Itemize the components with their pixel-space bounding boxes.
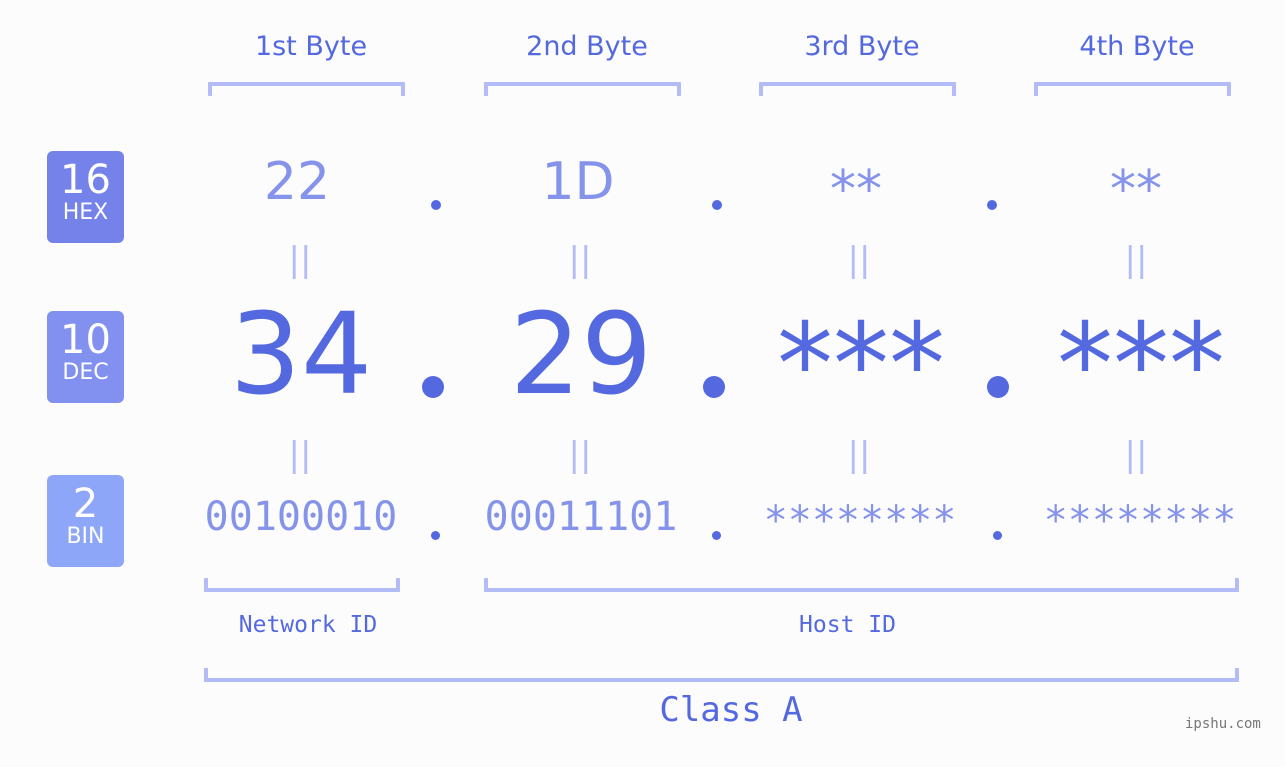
- dec-separator-dot: [987, 376, 1009, 398]
- byte-bracket-2: [484, 82, 681, 96]
- dec-separator-dot: [422, 376, 444, 398]
- hex-separator-dot: [712, 200, 722, 210]
- hex-value-3: **: [830, 160, 882, 220]
- byte-bracket-3: [759, 82, 956, 96]
- byte-label-1: 1st Byte: [254, 31, 368, 62]
- bin-value-4: ********: [1043, 498, 1237, 544]
- dec-badge: 10 DEC: [47, 311, 124, 403]
- bin-value-2: 00011101: [484, 494, 678, 540]
- hex-badge: 16 HEX: [47, 151, 124, 243]
- bin-separator-dot: [431, 531, 440, 540]
- equals-sign: ||: [1124, 435, 1148, 475]
- host-id-label: Host ID: [799, 612, 896, 638]
- bin-badge-base: 2: [72, 481, 99, 527]
- bin-separator-dot: [993, 531, 1002, 540]
- hex-separator-dot: [987, 200, 997, 210]
- bin-value-1: 00100010: [204, 494, 398, 540]
- bin-badge-label: BIN: [66, 524, 105, 549]
- watermark: ipshu.com: [1185, 716, 1261, 732]
- byte-label-4: 4th Byte: [1079, 31, 1195, 62]
- dec-value-3: ***: [777, 300, 945, 430]
- equals-sign: ||: [288, 435, 312, 475]
- network-id-bracket: [204, 578, 400, 592]
- equals-sign: ||: [847, 435, 871, 475]
- bin-value-3: ********: [763, 498, 957, 544]
- dec-value-2: 29: [509, 290, 653, 420]
- network-id-label: Network ID: [238, 612, 378, 638]
- byte-label-3: 3rd Byte: [804, 31, 920, 62]
- hex-badge-base: 16: [60, 157, 111, 203]
- equals-sign: ||: [847, 240, 871, 280]
- hex-badge-label: HEX: [62, 200, 109, 225]
- class-bracket: [204, 668, 1239, 682]
- bin-badge: 2 BIN: [47, 475, 124, 567]
- hex-value-4: **: [1110, 160, 1162, 220]
- equals-sign: ||: [1124, 240, 1148, 280]
- equals-sign: ||: [568, 435, 592, 475]
- dec-badge-label: DEC: [62, 360, 109, 385]
- byte-bracket-1: [208, 82, 405, 96]
- equals-sign: ||: [288, 240, 312, 280]
- dec-value-1: 34: [229, 290, 373, 420]
- hex-value-1: 22: [263, 152, 331, 212]
- hex-value-2: 1D: [541, 152, 615, 212]
- byte-label-2: 2nd Byte: [526, 31, 648, 62]
- byte-bracket-4: [1034, 82, 1231, 96]
- dec-value-4: ***: [1057, 300, 1225, 430]
- hex-separator-dot: [431, 200, 441, 210]
- dec-separator-dot: [703, 376, 725, 398]
- bin-separator-dot: [712, 531, 721, 540]
- equals-sign: ||: [568, 240, 592, 280]
- host-id-bracket: [484, 578, 1239, 592]
- dec-badge-base: 10: [60, 317, 111, 363]
- class-label: Class A: [659, 690, 803, 730]
